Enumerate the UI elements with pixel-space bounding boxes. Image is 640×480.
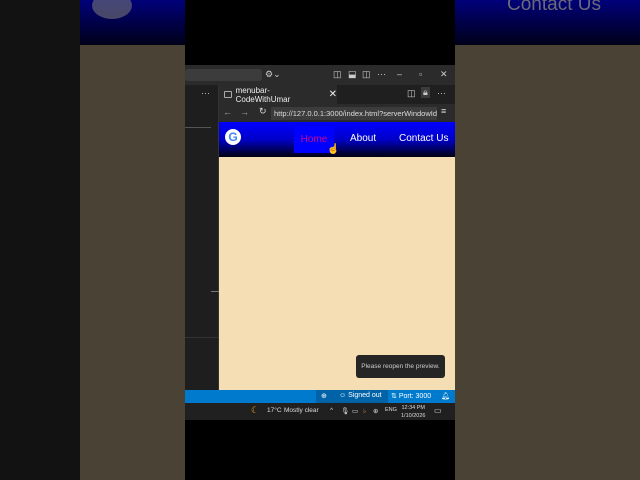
sash[interactable] xyxy=(211,291,219,292)
screen: ⚙⌄ ◫ ⬓ ◫ ··· – ▫ ✕ ··· menubar-CodeWithU… xyxy=(185,65,455,420)
browser-icon xyxy=(224,91,232,98)
back-icon[interactable]: ← xyxy=(223,107,232,117)
simple-browser: menubar-CodeWithUmar ✕ ◫ 🔒︎ ··· ← → ↻ ht… xyxy=(219,85,455,390)
lock-icon[interactable]: 🔒︎ xyxy=(421,87,430,98)
minimize-button[interactable]: – xyxy=(397,69,402,79)
tab-title: menubar-CodeWithUmar xyxy=(235,85,291,104)
port-label: Port: 3000 xyxy=(398,393,432,400)
editor-panel: ··· xyxy=(185,85,219,390)
nav-about[interactable]: About xyxy=(350,133,376,144)
weather-condition[interactable]: Mostly clear xyxy=(284,407,319,414)
clock[interactable]: 12:34 PM 1/10/2026 xyxy=(401,404,425,420)
divider xyxy=(185,127,211,128)
hand-cursor-icon: ☝ xyxy=(327,144,340,155)
date: 1/10/2026 xyxy=(401,413,426,419)
notifications-icon[interactable]: 🔔︎ xyxy=(441,392,450,400)
tab-preview[interactable]: menubar-CodeWithUmar ✕ xyxy=(219,85,337,104)
nav-contact[interactable]: Contact Us xyxy=(399,133,448,144)
address-row: ← → ↻ http://127.0.0.1:3000/index.html?s… xyxy=(219,104,455,122)
title-bar: ⚙⌄ ◫ ⬓ ◫ ··· – ▫ ✕ xyxy=(185,65,455,85)
app-tray-icon[interactable]: ♭ xyxy=(363,407,366,415)
more-icon[interactable]: ··· xyxy=(437,88,446,98)
url-input[interactable]: http://127.0.0.1:3000/index.html?serverW… xyxy=(271,107,437,120)
menu-icon[interactable]: ≡ xyxy=(441,106,446,116)
close-button[interactable]: ✕ xyxy=(440,69,448,80)
toggle-panel-icon[interactable]: ⬓ xyxy=(348,69,357,80)
split-editor-icon[interactable]: ◫ xyxy=(407,88,416,99)
command-search[interactable] xyxy=(185,69,262,81)
forward-icon[interactable]: → xyxy=(240,107,249,117)
divider xyxy=(185,337,219,338)
zoom-icon[interactable]: ⊕ xyxy=(321,392,327,400)
close-icon[interactable]: ✕ xyxy=(329,89,337,100)
tray-chevron-icon[interactable]: ^ xyxy=(330,407,333,414)
account-status[interactable]: ☺ Signed out xyxy=(339,392,382,399)
toggle-sidebar-icon[interactable]: ◫ xyxy=(333,69,342,80)
notification-center-icon[interactable]: ▭ xyxy=(434,406,442,415)
background-left xyxy=(0,0,80,480)
web-page: G Home About Contact Us ☝ Please reopen … xyxy=(219,122,455,390)
toast-notification: Please reopen the preview. xyxy=(356,355,445,378)
menubar: G Home About Contact Us ☝ xyxy=(219,122,455,157)
tab-row: menubar-CodeWithUmar ✕ ◫ 🔒︎ ··· xyxy=(219,85,455,104)
taskbar: ☾ 17°C Mostly clear ^ 🎙︎ ▭ ♭ ⊕ ENG 12:34… xyxy=(185,403,455,420)
temperature[interactable]: 17°C xyxy=(267,407,282,414)
reload-icon[interactable]: ↻ xyxy=(259,106,267,117)
status-bar: ⊕ ☺ Signed out ⇅ Port: 3000 🔔︎ xyxy=(185,390,455,403)
language[interactable]: ENG xyxy=(385,407,397,413)
weather-icon[interactable]: ☾ xyxy=(251,405,259,416)
maximize-button[interactable]: ▫ xyxy=(419,69,422,79)
port-status[interactable]: ⇅ Port: 3000 xyxy=(391,392,431,400)
time: 12:34 PM xyxy=(401,405,425,411)
mic-icon[interactable]: 🎙︎ xyxy=(341,407,349,415)
battery-icon[interactable]: ▭ xyxy=(352,407,358,415)
copilot-icon[interactable]: ⚙⌄ xyxy=(265,69,281,80)
account-label: Signed out xyxy=(348,392,382,399)
more-icon[interactable]: ··· xyxy=(377,69,386,79)
more-icon[interactable]: ··· xyxy=(201,88,210,98)
network-icon[interactable]: ⊕ xyxy=(373,407,378,415)
background-contact-text: Contact Us xyxy=(507,0,601,15)
google-logo[interactable]: G xyxy=(225,129,241,145)
toggle-secondary-icon[interactable]: ◫ xyxy=(362,69,371,80)
